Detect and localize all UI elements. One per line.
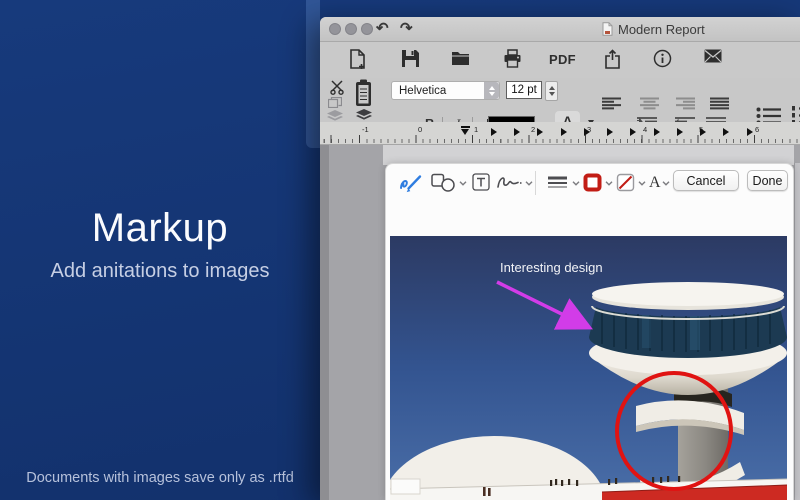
chevron-down-icon[interactable] — [662, 181, 670, 186]
font-family-value: Helvetica — [399, 84, 447, 97]
window-title: Modern Report — [618, 21, 705, 37]
shapes-tool-icon[interactable] — [431, 173, 456, 192]
copy-icon[interactable] — [328, 97, 342, 108]
paste-icon[interactable] — [355, 79, 372, 107]
save-icon[interactable] — [401, 49, 420, 68]
align-left-icon[interactable] — [602, 97, 622, 110]
undo-icon[interactable]: ↶ — [376, 20, 389, 38]
border-color-icon[interactable] — [583, 173, 602, 192]
info-icon[interactable] — [653, 49, 672, 68]
tab-stop-marker[interactable] — [514, 128, 520, 136]
mail-icon[interactable] — [704, 49, 722, 63]
tab-stop-marker[interactable] — [607, 128, 613, 136]
stepper-up-icon — [548, 86, 555, 90]
document-proxy-icon — [602, 22, 613, 36]
annotation-text: Interesting design — [500, 260, 603, 275]
photo-canvas: Interesting design — [390, 236, 787, 500]
stepper-down-icon — [488, 91, 495, 96]
close-window-button[interactable] — [329, 23, 341, 35]
new-document-icon[interactable] — [349, 49, 366, 70]
tab-stop-marker[interactable] — [584, 128, 590, 136]
tab-stop-marker[interactable] — [700, 128, 706, 136]
titlebar: ↶ ↷ Modern Report — [320, 17, 800, 42]
redo-icon[interactable]: ↷ — [400, 20, 413, 38]
chevron-down-icon[interactable] — [605, 181, 613, 186]
zoom-window-button[interactable] — [361, 23, 373, 35]
background-glow — [306, 0, 320, 148]
stepper-down-icon — [548, 92, 555, 96]
tab-stop-marker[interactable] — [677, 128, 683, 136]
ruler-number: 6 — [755, 125, 760, 134]
layers-back-icon[interactable] — [327, 110, 343, 121]
screenshot-stage: Markup Add anitations to images Document… — [0, 0, 800, 500]
ruler-number: 2 — [531, 125, 536, 134]
signature-tool-icon[interactable] — [496, 173, 524, 192]
chevron-down-icon[interactable] — [525, 181, 533, 186]
app-window: ↶ ↷ Modern Report PDF Helvetica 12 pt A … — [320, 17, 800, 500]
tab-stop-marker[interactable] — [654, 128, 660, 136]
tab-stop-marker[interactable] — [491, 128, 497, 136]
font-stepper[interactable] — [484, 82, 499, 99]
page-edge — [383, 145, 794, 165]
align-justify-icon[interactable] — [710, 97, 730, 110]
sketch-tool-icon[interactable] — [399, 173, 424, 193]
font-family-select[interactable]: Helvetica — [391, 81, 500, 100]
ruler[interactable]: -1 0 1 2 3 4 5 6 — [320, 122, 800, 145]
ruler-number: -1 — [362, 125, 369, 134]
ruler-major-ticks — [320, 135, 800, 143]
promo-title: Markup — [91, 206, 229, 250]
ruler-number: 0 — [418, 125, 423, 134]
scroll-rail[interactable] — [794, 163, 800, 500]
open-folder-icon[interactable] — [451, 49, 470, 66]
stepper-up-icon — [488, 85, 495, 90]
font-size-field[interactable]: 12 pt — [506, 81, 542, 99]
main-toolbar: PDF — [320, 42, 800, 78]
cut-icon[interactable] — [329, 80, 345, 95]
promo-footnote: Documents with images save only as .rtfd — [26, 470, 294, 486]
font-size-stepper[interactable] — [545, 81, 558, 101]
markup-overlay-panel: A Cancel Done Interesting design — [385, 163, 794, 500]
align-right-icon[interactable] — [676, 97, 696, 110]
divider — [535, 171, 536, 195]
share-icon[interactable] — [604, 49, 621, 69]
minimize-window-button[interactable] — [345, 23, 357, 35]
chevron-down-icon[interactable] — [638, 181, 646, 186]
promo-panel: Markup Add anitations to images Document… — [0, 0, 320, 500]
chevron-down-icon[interactable] — [459, 181, 467, 186]
indent-marker[interactable] — [461, 126, 470, 135]
annotated-photo[interactable]: Interesting design — [390, 236, 787, 500]
window-title-group: Modern Report — [602, 21, 705, 37]
text-tool-icon[interactable] — [472, 173, 490, 191]
chevron-down-icon[interactable] — [572, 181, 580, 186]
cancel-button[interactable]: Cancel — [673, 170, 739, 191]
format-bar: Helvetica 12 pt B I U A — [320, 78, 800, 136]
promo-subtitle: Add anitations to images — [50, 260, 270, 282]
tab-stop-marker[interactable] — [723, 128, 729, 136]
window-edge-shade — [320, 145, 329, 500]
align-center-icon[interactable] — [640, 97, 660, 110]
print-icon[interactable] — [503, 49, 522, 68]
ruler-number: 4 — [643, 125, 648, 134]
tab-stop-marker[interactable] — [747, 128, 753, 136]
layers-front-icon[interactable] — [356, 109, 372, 121]
text-style-button[interactable]: A — [649, 174, 661, 192]
pdf-export-button[interactable]: PDF — [549, 52, 576, 67]
line-weight-icon[interactable] — [548, 176, 568, 189]
fill-color-icon[interactable] — [616, 173, 635, 192]
tab-stop-marker[interactable] — [561, 128, 567, 136]
done-button[interactable]: Done — [747, 170, 788, 191]
tab-stop-marker[interactable] — [630, 128, 636, 136]
ruler-number: 1 — [474, 125, 479, 134]
tab-stop-marker[interactable] — [537, 128, 543, 136]
